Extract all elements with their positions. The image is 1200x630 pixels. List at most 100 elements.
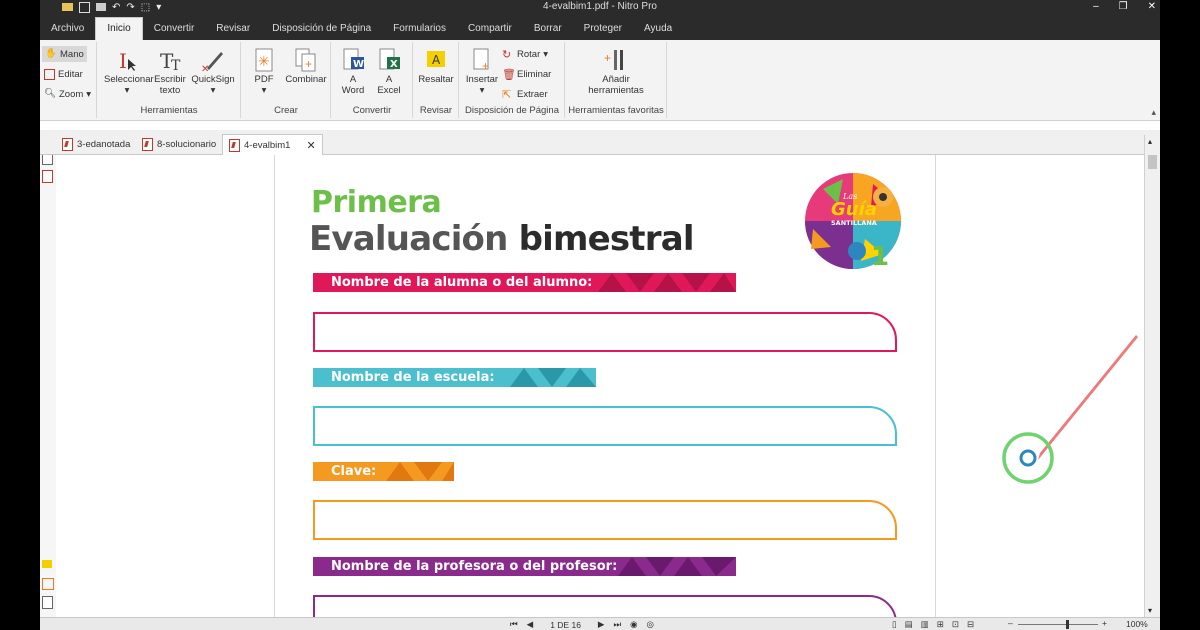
last-page-icon[interactable]: ⏭ bbox=[613, 619, 621, 630]
chevron-down-icon: ▾ bbox=[124, 85, 130, 96]
tab-revisar[interactable]: Revisar bbox=[205, 18, 261, 40]
facing-view-icon[interactable]: ▥ bbox=[921, 619, 929, 630]
chevron-down-icon: ▾ bbox=[261, 85, 267, 96]
pdf-page: Primera Evaluación bimestral Las Guía SA… bbox=[274, 155, 936, 617]
seleccionar-button[interactable]: I Seleccionar ▾ bbox=[104, 48, 154, 96]
vertical-scrollbar[interactable]: ▴ ▾ bbox=[1144, 135, 1160, 617]
a-excel-button[interactable]: X A Excel bbox=[372, 48, 406, 96]
insertar-button[interactable]: + Insertar ▾ bbox=[462, 48, 502, 96]
excel-icon: X bbox=[377, 48, 401, 72]
rotar-button[interactable]: ↻ Rotar ▾ bbox=[502, 46, 548, 62]
first-page-icon[interactable]: ⏮ bbox=[510, 619, 518, 630]
zoom-out-icon[interactable]: – bbox=[1008, 618, 1013, 628]
ribbon: ✋ Mano Editar 🔍︎ Zoom ▾ I Seleccionar ▾ TT… bbox=[40, 40, 1160, 121]
cursor-highlight-overlay bbox=[1002, 335, 1138, 484]
new-pdf-icon: ✳ bbox=[252, 48, 276, 72]
mano-button[interactable]: ✋ Mano bbox=[42, 46, 87, 62]
insert-page-icon: + bbox=[470, 48, 494, 73]
prev-page-icon[interactable]: ◀ bbox=[527, 619, 534, 630]
input-nombre-alumno[interactable] bbox=[313, 312, 897, 352]
mode-group: ✋ Mano Editar 🔍︎ Zoom ▾ bbox=[40, 42, 97, 118]
logo-brand-text: SANTILLANA bbox=[831, 219, 877, 227]
doc-title-evaluacion: Evaluación bimestral bbox=[309, 219, 695, 259]
status-bar: ⏮ ◀ 1 DE 16 ▶ ⏭ ◉ ◎ ▯ ▤ ▥ ⊞ ⊡ ⊟ – + 100% bbox=[40, 617, 1160, 630]
zoom-button[interactable]: 🔍︎ Zoom ▾ bbox=[44, 86, 91, 102]
signatures-panel-icon[interactable] bbox=[42, 578, 54, 590]
output-panel-icon[interactable] bbox=[42, 596, 53, 609]
select-cursor-icon: I bbox=[115, 48, 139, 73]
restore-button[interactable]: ❐ bbox=[1119, 0, 1128, 13]
tab-inicio[interactable]: Inicio bbox=[95, 17, 143, 40]
page-indicator[interactable]: 1 DE 16 bbox=[542, 620, 589, 630]
pdf-file-icon bbox=[62, 137, 73, 151]
view-modes: ▯ ▤ ▥ ⊞ ⊡ ⊟ bbox=[892, 618, 974, 630]
zoom-slider-thumb[interactable] bbox=[1066, 620, 1069, 629]
zoom-level[interactable]: 100% bbox=[1126, 619, 1148, 629]
tab-borrar[interactable]: Borrar bbox=[523, 18, 573, 40]
quicksign-button[interactable]: ✕ QuickSign ▾ bbox=[190, 48, 236, 96]
tab-ayuda[interactable]: Ayuda bbox=[633, 18, 683, 40]
tab-convertir[interactable]: Convertir bbox=[143, 18, 206, 40]
page-navigation: ⏮ ◀ 1 DE 16 ▶ ⏭ ◉ ◎ bbox=[510, 618, 654, 630]
next-page-icon[interactable]: ▶ bbox=[598, 619, 605, 630]
svg-text:✕: ✕ bbox=[201, 64, 209, 72]
window-title: 4-evalbim1.pdf - Nitro Pro bbox=[543, 1, 657, 12]
fit-width-icon[interactable]: ⊟ bbox=[967, 619, 974, 630]
collapse-ribbon-icon[interactable]: ▴ bbox=[1151, 107, 1156, 118]
hand-icon: ✋ bbox=[45, 48, 57, 59]
back-view-icon[interactable]: ◉ bbox=[630, 619, 637, 630]
input-nombre-profesor[interactable] bbox=[313, 595, 897, 617]
input-nombre-escuela[interactable] bbox=[313, 406, 897, 446]
close-button[interactable]: ✕ bbox=[1148, 0, 1156, 13]
scroll-up-icon[interactable]: ▴ bbox=[1148, 137, 1152, 146]
scroll-thumb[interactable] bbox=[1148, 155, 1157, 169]
minimize-button[interactable]: – bbox=[1093, 0, 1099, 13]
resaltar-button[interactable]: A Resaltar bbox=[416, 48, 456, 85]
document-viewport[interactable]: Primera Evaluación bimestral Las Guía SA… bbox=[56, 155, 1144, 617]
tab-compartir[interactable]: Compartir bbox=[457, 18, 523, 40]
scroll-down-icon[interactable]: ▾ bbox=[1148, 606, 1152, 615]
fit-page-icon[interactable]: ⊡ bbox=[952, 619, 959, 630]
doc-tab-3-edanotada[interactable]: 3-edanotada bbox=[62, 134, 130, 154]
title-bar: ↶ ↷ ⬚ ▾ 4-evalbim1.pdf - Nitro Pro – ❐ ✕ bbox=[40, 0, 1160, 14]
tab-archivo[interactable]: Archivo bbox=[40, 18, 95, 40]
label-nombre-alumno: Nombre de la alumna o del alumno: bbox=[313, 273, 736, 292]
tools-add-icon: + bbox=[604, 48, 628, 72]
single-page-view-icon[interactable]: ▯ bbox=[892, 619, 897, 630]
svg-text:W: W bbox=[353, 59, 364, 70]
tab-formularios[interactable]: Formularios bbox=[382, 18, 457, 40]
escribir-texto-button[interactable]: TT Escribir texto bbox=[150, 48, 190, 96]
svg-text:A: A bbox=[432, 53, 441, 67]
comments-panel-icon[interactable] bbox=[42, 560, 52, 568]
close-tab-icon[interactable]: ✕ bbox=[306, 139, 315, 152]
rotate-icon: ↻ bbox=[502, 49, 512, 61]
a-word-button[interactable]: W A Word bbox=[336, 48, 370, 96]
doc-tab-4-evalbim1[interactable]: 4-evalbim1 ✕ bbox=[222, 134, 323, 155]
pdf-button[interactable]: ✳ PDF ▾ bbox=[246, 48, 282, 96]
word-icon: W bbox=[341, 48, 365, 72]
pdf-file-icon bbox=[142, 137, 153, 151]
eliminar-button[interactable]: 🗑︎ Eliminar bbox=[502, 66, 551, 82]
combinar-button[interactable]: + Combinar bbox=[284, 48, 328, 85]
doc-tab-8-solucionario[interactable]: 8-solucionario bbox=[142, 134, 216, 154]
favoritas-group: + Añadir herramientas Herramientas favori… bbox=[566, 42, 667, 118]
zoom-in-icon[interactable]: + bbox=[1102, 618, 1107, 628]
svg-text:✳: ✳ bbox=[258, 53, 270, 69]
tab-disposicion[interactable]: Disposición de Página bbox=[261, 18, 382, 40]
pen-signature-icon: ✕ bbox=[201, 48, 225, 75]
facing-continuous-view-icon[interactable]: ⊞ bbox=[937, 619, 944, 630]
la-guia-santillana-logo: Las Guía SANTILLANA 1 bbox=[805, 173, 901, 271]
continuous-view-icon[interactable]: ▤ bbox=[905, 619, 913, 630]
chevron-down-icon: ▾ bbox=[86, 88, 92, 100]
doc-title-primera: Primera bbox=[311, 185, 442, 220]
extraer-button[interactable]: ⇱ Extraer bbox=[502, 86, 548, 102]
editar-button[interactable]: Editar bbox=[44, 66, 83, 82]
tab-proteger[interactable]: Proteger bbox=[573, 18, 633, 40]
input-clave[interactable] bbox=[313, 500, 897, 540]
svg-text:T: T bbox=[171, 58, 181, 72]
anadir-herramientas-button[interactable]: + Añadir herramientas bbox=[576, 48, 656, 96]
zoom-slider[interactable] bbox=[1018, 620, 1098, 629]
attachments-panel-icon[interactable] bbox=[42, 170, 53, 183]
logo-guia-text: Guía bbox=[831, 199, 877, 220]
forward-view-icon[interactable]: ◎ bbox=[647, 619, 654, 630]
